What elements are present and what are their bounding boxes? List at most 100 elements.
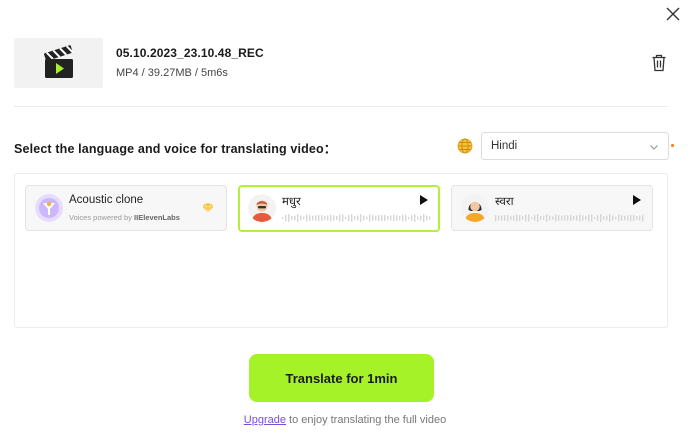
close-icon — [666, 7, 680, 21]
waveform-bar — [498, 215, 500, 221]
waveform — [495, 214, 644, 222]
waveform-bar — [522, 216, 524, 220]
waveform-bar — [354, 216, 356, 220]
waveform-bar — [366, 216, 368, 220]
file-row: 05.10.2023_23.10.48_REC MP4 / 39.27MB / … — [14, 38, 668, 90]
waveform-bar — [516, 214, 518, 222]
waveform-bar — [294, 215, 296, 221]
waveform-bar — [633, 214, 635, 222]
waveform-bar — [519, 214, 521, 222]
waveform-bar — [621, 215, 623, 221]
waveform-bar — [588, 214, 590, 222]
waveform-bar — [525, 214, 527, 222]
waveform-bar — [564, 215, 566, 221]
waveform-bar — [423, 214, 425, 222]
waveform-bar — [321, 214, 323, 222]
file-meta: MP4 / 39.27MB / 5m6s — [116, 67, 228, 79]
elevenlabs-brand: IIElevenLabs — [134, 213, 180, 222]
waveform-bar — [375, 215, 377, 221]
trash-icon — [652, 54, 666, 72]
waveform-bar — [339, 214, 341, 222]
waveform-bar — [567, 215, 569, 221]
voices-powered-by: Voices powered by IIElevenLabs — [69, 213, 180, 222]
waveform-bar — [540, 216, 542, 220]
waveform-bar — [642, 214, 644, 222]
voice-name: मधुर — [282, 196, 301, 208]
clapperboard-icon — [43, 45, 74, 78]
waveform-bar — [384, 215, 386, 221]
waveform-bar — [282, 217, 284, 219]
waveform-bar — [531, 216, 533, 220]
waveform-bar — [639, 215, 641, 221]
waveform-bar — [609, 214, 611, 222]
play-icon[interactable] — [419, 194, 429, 206]
waveform-bar — [372, 215, 374, 221]
waveform-bar — [576, 215, 578, 221]
waveform-bar — [405, 214, 407, 222]
globe-icon — [457, 138, 473, 154]
waveform-bar — [378, 214, 380, 222]
waveform-bar — [396, 215, 398, 221]
voice-name: Acoustic clone — [69, 194, 144, 206]
waveform-bar — [318, 215, 320, 221]
waveform-bar — [549, 215, 551, 221]
waveform-bar — [510, 215, 512, 221]
waveform-bar — [309, 215, 311, 221]
waveform-bar — [537, 214, 539, 222]
waveform-bar — [600, 214, 602, 222]
waveform-bar — [507, 214, 509, 222]
waveform-bar — [408, 216, 410, 220]
voice-card-madhur[interactable]: मधुर — [238, 185, 440, 232]
waveform-bar — [594, 216, 596, 220]
voice-card-swara[interactable]: स्वरा — [451, 185, 653, 231]
waveform-bar — [363, 215, 365, 221]
waveform-bar — [306, 214, 308, 222]
close-button[interactable] — [664, 5, 682, 23]
waveform-bar — [570, 214, 572, 222]
waveform-bar — [351, 214, 353, 222]
select-language-label: Select the language and voice for transl… — [14, 142, 337, 156]
waveform-bar — [627, 215, 629, 221]
waveform-bar — [612, 215, 614, 221]
file-name: 05.10.2023_23.10.48_REC — [116, 46, 264, 60]
waveform-bar — [603, 216, 605, 220]
waveform-bar — [285, 214, 287, 222]
waveform-bar — [288, 214, 290, 222]
divider — [14, 106, 668, 107]
waveform-bar — [558, 215, 560, 221]
waveform-bar — [591, 214, 593, 222]
waveform-bar — [495, 215, 497, 221]
waveform-bar — [420, 215, 422, 221]
waveform-bar — [300, 215, 302, 221]
waveform-bar — [624, 215, 626, 221]
translate-button[interactable]: Translate for 1min — [249, 354, 434, 402]
waveform-bar — [534, 215, 536, 221]
waveform-bar — [342, 214, 344, 222]
voice-card-acoustic-clone[interactable]: Acoustic clone Voices powered by IIEleve… — [25, 185, 227, 231]
waveform-bar — [597, 214, 599, 222]
waveform-bar — [333, 215, 335, 221]
waveform-bar — [582, 215, 584, 221]
waveform-bar — [399, 215, 401, 221]
waveform-bar — [336, 216, 338, 220]
waveform-bar — [618, 214, 620, 222]
chevron-down-icon — [650, 145, 658, 150]
upgrade-note: Upgrade to enjoy translating the full vi… — [0, 414, 690, 426]
waveform-bar — [429, 216, 431, 220]
swara-avatar — [461, 194, 489, 222]
waveform-bar — [297, 214, 299, 222]
waveform-bar — [513, 215, 515, 221]
language-select[interactable]: Hindi — [481, 132, 669, 160]
waveform-bar — [369, 214, 371, 222]
upgrade-link[interactable]: Upgrade — [244, 414, 286, 426]
waveform-bar — [387, 215, 389, 221]
delete-file-button[interactable] — [651, 54, 667, 72]
upgrade-note-text: to enjoy translating the full video — [285, 414, 447, 426]
waveform-bar — [573, 215, 575, 221]
waveform-bar — [528, 214, 530, 222]
waveform-bar — [291, 216, 293, 220]
play-icon[interactable] — [632, 194, 642, 206]
waveform-bar — [381, 215, 383, 221]
waveform-bar — [426, 215, 428, 221]
waveform-bar — [324, 215, 326, 221]
